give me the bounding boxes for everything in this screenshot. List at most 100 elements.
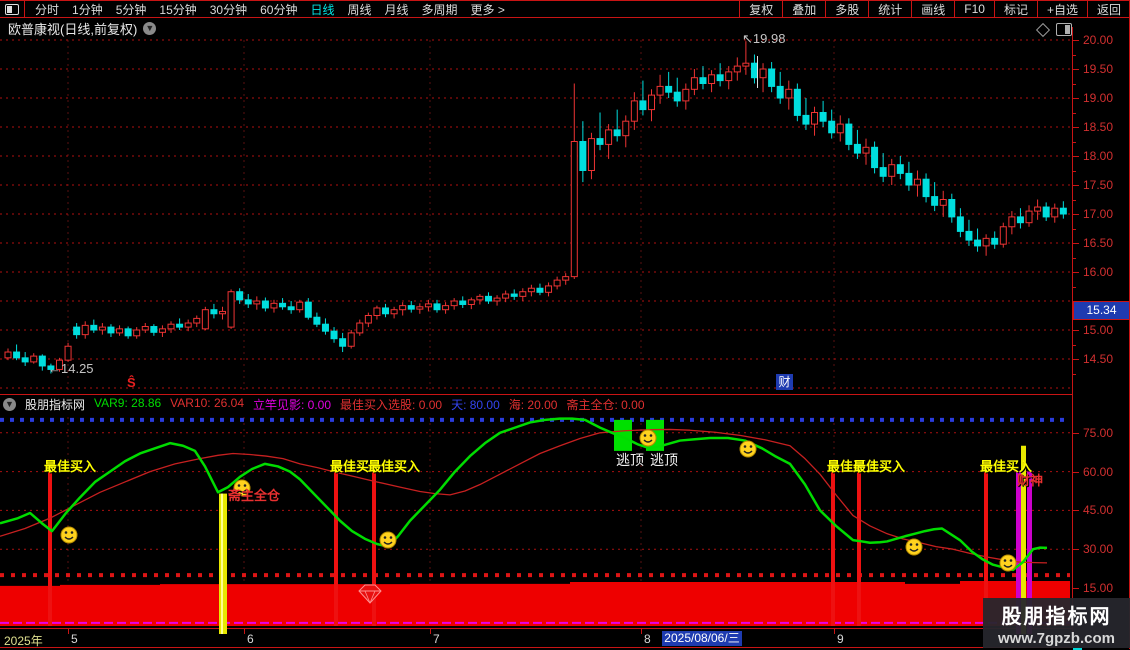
toolbar-item-分时[interactable]: 分时 bbox=[35, 1, 59, 18]
app-window: 分时 1分钟 5分钟 15分钟 30分钟 60分钟 日线 周线 月线 多周期 更多 > 复权 叠加 多股… bbox=[0, 0, 1130, 650]
toolbar-button-统计[interactable]: 统计 bbox=[868, 1, 911, 17]
toolbar-button-+自选[interactable]: +自选 bbox=[1036, 1, 1087, 17]
toolbar-item-60分钟[interactable]: 60分钟 bbox=[260, 1, 297, 18]
axis-minor-tick bbox=[1073, 170, 1076, 172]
toolbar-button-多股[interactable]: 多股 bbox=[825, 1, 868, 17]
axis-tick bbox=[1073, 471, 1079, 473]
watermark-url: www.7gpzb.com bbox=[998, 629, 1115, 647]
price-axis-label: 14.50 bbox=[1083, 352, 1114, 366]
axis-tick bbox=[1073, 272, 1079, 273]
indicator-axis-label: 75.00 bbox=[1083, 425, 1114, 440]
toolbar-item-5分钟[interactable]: 5分钟 bbox=[116, 1, 147, 18]
collapse-icon[interactable]: ▼ bbox=[3, 398, 16, 411]
price-axis-label: 19.50 bbox=[1083, 62, 1114, 76]
axis-minor-tick bbox=[1073, 344, 1076, 346]
axis-tick bbox=[1073, 40, 1079, 41]
toolbar-button-返回[interactable]: 返回 bbox=[1086, 1, 1130, 17]
line-VAR9 bbox=[0, 417, 1048, 572]
tools-menu: 复权 叠加 多股 统计 画线 F10 标记 +自选 返回 bbox=[739, 1, 1130, 17]
axis-tick bbox=[1073, 588, 1079, 589]
toolbar-item-15分钟[interactable]: 15分钟 bbox=[159, 1, 196, 18]
axis-tick bbox=[1073, 98, 1079, 99]
axis-tick bbox=[1073, 359, 1079, 360]
indicator-value-立竿见影: 立竿见影: 0.00 bbox=[253, 398, 332, 412]
axis-tick bbox=[1073, 127, 1079, 128]
price-axis-label: 18.50 bbox=[1083, 120, 1114, 134]
toolbar-button-标记[interactable]: 标记 bbox=[993, 1, 1037, 17]
candles-layer bbox=[4, 41, 1067, 374]
axis-minor-tick bbox=[1073, 83, 1076, 85]
indicator-value-VAR9: VAR9: 28.86 bbox=[94, 396, 162, 410]
price-axis-label: 20.00 bbox=[1083, 33, 1114, 47]
line-VAR10 bbox=[0, 428, 1048, 564]
indicator-axis-label: 60.00 bbox=[1083, 464, 1114, 479]
watermark-site-name: 股朋指标网 bbox=[1001, 605, 1112, 628]
indicator-value-天: 天: 80.00 bbox=[451, 398, 500, 412]
axis-tick bbox=[1073, 185, 1079, 186]
axis-tick bbox=[1073, 510, 1079, 512]
axis-tick bbox=[1073, 69, 1079, 70]
indicator-value-最佳买入选股: 最佳买入选股: 0.00 bbox=[340, 398, 443, 412]
toolbar-button-叠加[interactable]: 叠加 bbox=[782, 1, 825, 17]
axis-minor-tick bbox=[1073, 54, 1076, 56]
price-axis-label: 16.50 bbox=[1083, 236, 1114, 250]
panel-toggle-button[interactable] bbox=[0, 1, 25, 17]
smiley-icon bbox=[999, 554, 1017, 572]
smiley-icon bbox=[739, 440, 757, 458]
price-axis-label: 15.00 bbox=[1083, 323, 1114, 337]
toolbar-item-1分钟[interactable]: 1分钟 bbox=[72, 1, 103, 18]
price-axis-label: 17.50 bbox=[1083, 178, 1114, 192]
indicator-axis-label: 30.00 bbox=[1083, 542, 1114, 557]
indicator-axis-label: 15.00 bbox=[1083, 581, 1114, 595]
indicator-fill-area bbox=[0, 581, 1070, 626]
smiley-icon bbox=[233, 479, 251, 497]
axis-minor-tick bbox=[1073, 199, 1076, 201]
toolbar-item-30分钟[interactable]: 30分钟 bbox=[210, 1, 247, 18]
toolbar-button-复权[interactable]: 复权 bbox=[739, 1, 782, 17]
price-axis: 20.00 19.50 19.00 18.50 18.00 17.50 17.00 16.50… bbox=[1072, 27, 1130, 648]
watermark: 股朋指标网 www.7gpzb.com bbox=[983, 598, 1130, 648]
indicator-values: VAR9: 28.86 VAR10: 26.04 立竿见影: 0.00 最佳买入选股:… bbox=[94, 396, 644, 413]
indicator-value-海: 海: 20.00 bbox=[508, 398, 558, 412]
axis-tick bbox=[1073, 549, 1079, 551]
split-view-icon bbox=[5, 3, 19, 15]
toolbar-button-F10[interactable]: F10 bbox=[954, 1, 994, 17]
toolbar-item-多周期[interactable]: 多周期 bbox=[422, 1, 458, 18]
candlestick-svg bbox=[0, 39, 1070, 392]
smiley-icon bbox=[379, 531, 397, 549]
toolbar-item-日线[interactable]: 日线 bbox=[310, 1, 334, 18]
smiley-icon bbox=[639, 429, 657, 447]
top-toolbar: 分时 1分钟 5分钟 15分钟 30分钟 60分钟 日线 周线 月线 多周期 更多 > 复权 叠加 多股… bbox=[0, 0, 1130, 18]
smiley-icon bbox=[905, 538, 923, 556]
indicator-axis-label: 45.00 bbox=[1083, 503, 1114, 518]
axis-tick bbox=[1073, 156, 1079, 157]
toolbar-item-更多 >[interactable]: 更多 > bbox=[471, 1, 505, 18]
price-axis-label: 17.00 bbox=[1083, 207, 1114, 221]
axis-minor-tick bbox=[1073, 141, 1076, 143]
axis-minor-tick bbox=[1073, 373, 1076, 375]
period-menu: 分时 1分钟 5分钟 15分钟 30分钟 60分钟 日线 周线 月线 多周期 更多 > bbox=[25, 1, 505, 17]
indicator-value-斋主全仓: 斋主全仓: 0.00 bbox=[566, 398, 645, 412]
toolbar-item-月线[interactable]: 月线 bbox=[385, 1, 409, 18]
toolbar-item-周线[interactable]: 周线 bbox=[347, 1, 371, 18]
axis-tick bbox=[1073, 432, 1079, 434]
price-axis-label: 16.00 bbox=[1083, 265, 1114, 279]
axis-tick bbox=[1073, 243, 1079, 244]
indicator-chart[interactable] bbox=[0, 415, 1072, 635]
price-axis-label: 18.00 bbox=[1083, 149, 1114, 163]
toolbar-button-画线[interactable]: 画线 bbox=[911, 1, 954, 17]
axis-tick bbox=[1073, 330, 1079, 331]
axis-minor-tick bbox=[1073, 257, 1076, 259]
price-axis-highlight: 15.34 bbox=[1073, 301, 1130, 321]
axis-minor-tick bbox=[1073, 228, 1076, 230]
axis-minor-tick bbox=[1073, 286, 1076, 288]
smiley-icon bbox=[60, 526, 78, 544]
indicator-name: 股朋指标网 bbox=[25, 398, 86, 412]
indicator-header: ▼ 股朋指标网 VAR9: 28.86 VAR10: 26.04 立竿见影: 0.0… bbox=[0, 396, 1073, 413]
indicator-value-VAR10: VAR10: 26.04 bbox=[170, 396, 244, 410]
axis-tick bbox=[1073, 214, 1079, 215]
indicator-svg bbox=[0, 417, 1070, 634]
panel-separator bbox=[0, 394, 1130, 395]
main-candlestick-chart[interactable] bbox=[0, 27, 1072, 394]
axis-minor-tick bbox=[1073, 112, 1076, 114]
